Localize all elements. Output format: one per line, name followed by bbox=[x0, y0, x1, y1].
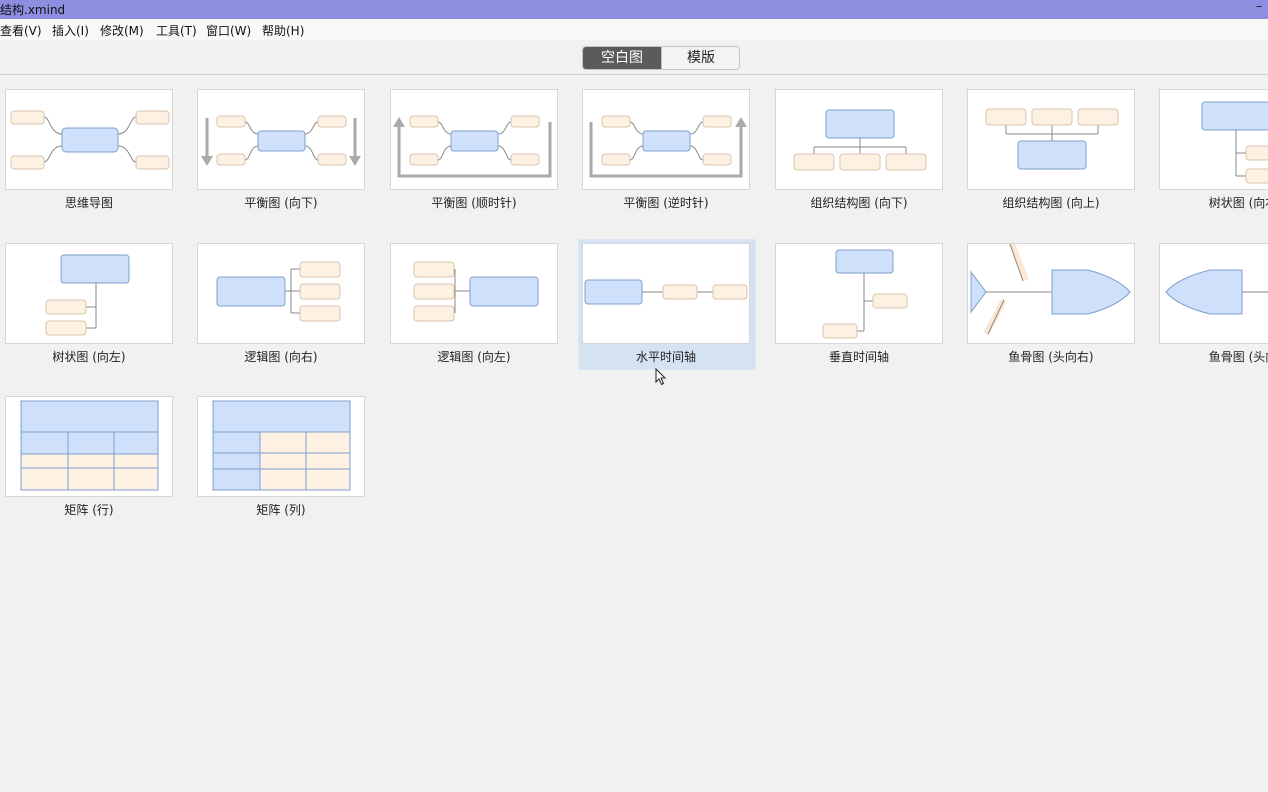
structure-label: 鱼骨图 (头向 bbox=[1208, 350, 1268, 364]
org-chart-down-icon bbox=[793, 109, 927, 171]
structure-card-org-down[interactable]: 组织结构图 (向下) bbox=[775, 89, 943, 265]
structure-label: 垂直时间轴 bbox=[828, 350, 889, 364]
structure-card-fishbone-right[interactable]: 鱼骨图 (头向右) bbox=[967, 243, 1135, 419]
thumbnail bbox=[775, 89, 943, 190]
logic-chart-left-icon bbox=[413, 261, 539, 322]
thumbnail bbox=[390, 243, 558, 344]
menu-view[interactable]: 查看(V) bbox=[0, 22, 42, 39]
menu-insert[interactable]: 插入(I) bbox=[52, 22, 89, 39]
fishbone-left-icon bbox=[1165, 269, 1268, 315]
thumbnail bbox=[197, 89, 365, 190]
minimize-button[interactable]: – bbox=[1256, 0, 1268, 19]
structure-card-logic-left[interactable]: 逻辑图 (向左) bbox=[390, 243, 558, 419]
structure-card-balance-down[interactable]: 平衡图 (向下) bbox=[197, 89, 365, 265]
tree-chart-left-icon bbox=[45, 254, 130, 336]
menu-modify[interactable]: 修改(M) bbox=[100, 22, 144, 39]
thumbnail bbox=[5, 89, 173, 190]
thumbnail bbox=[5, 396, 173, 497]
structure-label: 组织结构图 (向下) bbox=[810, 196, 908, 210]
structure-card-vertical-timeline[interactable]: 垂直时间轴 bbox=[775, 243, 943, 419]
structure-card-mind-map[interactable]: 思维导图 bbox=[5, 89, 173, 265]
structure-label: 平衡图 (逆时针) bbox=[623, 196, 709, 210]
header-divider bbox=[0, 74, 1268, 75]
tab-templates[interactable]: 模版 bbox=[661, 47, 739, 69]
structure-card-logic-right[interactable]: 逻辑图 (向右) bbox=[197, 243, 365, 419]
thumbnail bbox=[390, 89, 558, 190]
structure-label: 鱼骨图 (头向右) bbox=[1008, 350, 1094, 364]
tab-blank-map[interactable]: 空白图 bbox=[583, 47, 661, 69]
thumbnail bbox=[582, 89, 750, 190]
structure-label: 矩阵 (列) bbox=[256, 503, 306, 517]
structure-card-tree-right[interactable]: 树状图 (向右 bbox=[1159, 89, 1268, 265]
fishbone-right-icon bbox=[970, 244, 1131, 336]
structure-label: 逻辑图 (向右) bbox=[244, 350, 318, 364]
structure-label: 组织结构图 (向上) bbox=[1002, 196, 1100, 210]
structure-card-matrix-rows[interactable]: 矩阵 (行) bbox=[5, 396, 173, 572]
balance-map-clockwise-icon bbox=[393, 115, 552, 178]
thumbnail bbox=[1159, 243, 1268, 344]
structure-label: 逻辑图 (向左) bbox=[437, 350, 511, 364]
thumbnail bbox=[197, 396, 365, 497]
structure-card-matrix-columns[interactable]: 矩阵 (列) bbox=[197, 396, 365, 572]
structure-label: 思维导图 bbox=[64, 196, 113, 210]
title-bar: 结构.xmind – bbox=[0, 0, 1268, 19]
thumbnail bbox=[1159, 89, 1268, 190]
thumbnail bbox=[5, 243, 173, 344]
thumbnail bbox=[775, 243, 943, 344]
structure-card-horizontal-timeline[interactable]: 水平时间轴 bbox=[578, 239, 756, 419]
window-title: 结构.xmind bbox=[0, 3, 66, 17]
structure-label: 树状图 (向右 bbox=[1208, 196, 1268, 210]
tab-switcher: 空白图 模版 bbox=[582, 46, 740, 70]
structure-label: 平衡图 (向下) bbox=[244, 196, 318, 210]
menu-window[interactable]: 窗口(W) bbox=[206, 22, 251, 39]
menu-help[interactable]: 帮助(H) bbox=[262, 22, 304, 39]
menu-bar: 查看(V) 插入(I) 修改(M) 工具(T) 窗口(W) 帮助(H) bbox=[0, 19, 1268, 40]
structure-card-fishbone-left[interactable]: 鱼骨图 (头向 bbox=[1159, 243, 1268, 419]
structure-card-tree-left[interactable]: 树状图 (向左) bbox=[5, 243, 173, 419]
menu-tools[interactable]: 工具(T) bbox=[156, 22, 197, 39]
thumbnail bbox=[967, 89, 1135, 190]
thumbnail bbox=[967, 243, 1135, 344]
tree-chart-right-icon bbox=[1201, 101, 1268, 184]
structure-card-org-up[interactable]: 组织结构图 (向上) bbox=[967, 89, 1135, 265]
mind-map-icon bbox=[10, 110, 170, 170]
structure-label: 矩阵 (行) bbox=[64, 503, 114, 517]
matrix-rows-icon bbox=[20, 400, 159, 491]
vertical-timeline-icon bbox=[822, 249, 908, 339]
thumbnail bbox=[197, 243, 365, 344]
mouse-cursor-icon bbox=[655, 368, 667, 386]
structure-label: 水平时间轴 bbox=[635, 350, 696, 364]
balance-map-down-icon bbox=[201, 115, 361, 166]
horizontal-timeline-icon bbox=[584, 279, 748, 305]
structure-card-balance-clockwise[interactable]: 平衡图 (顺时针) bbox=[390, 89, 558, 265]
logic-chart-right-icon bbox=[216, 261, 341, 322]
thumbnail bbox=[582, 243, 750, 344]
matrix-columns-icon bbox=[212, 400, 351, 491]
balance-map-anticlockwise-icon bbox=[589, 115, 747, 178]
structure-label: 平衡图 (顺时针) bbox=[431, 196, 517, 210]
org-chart-up-icon bbox=[985, 108, 1119, 170]
structure-label: 树状图 (向左) bbox=[52, 350, 126, 364]
